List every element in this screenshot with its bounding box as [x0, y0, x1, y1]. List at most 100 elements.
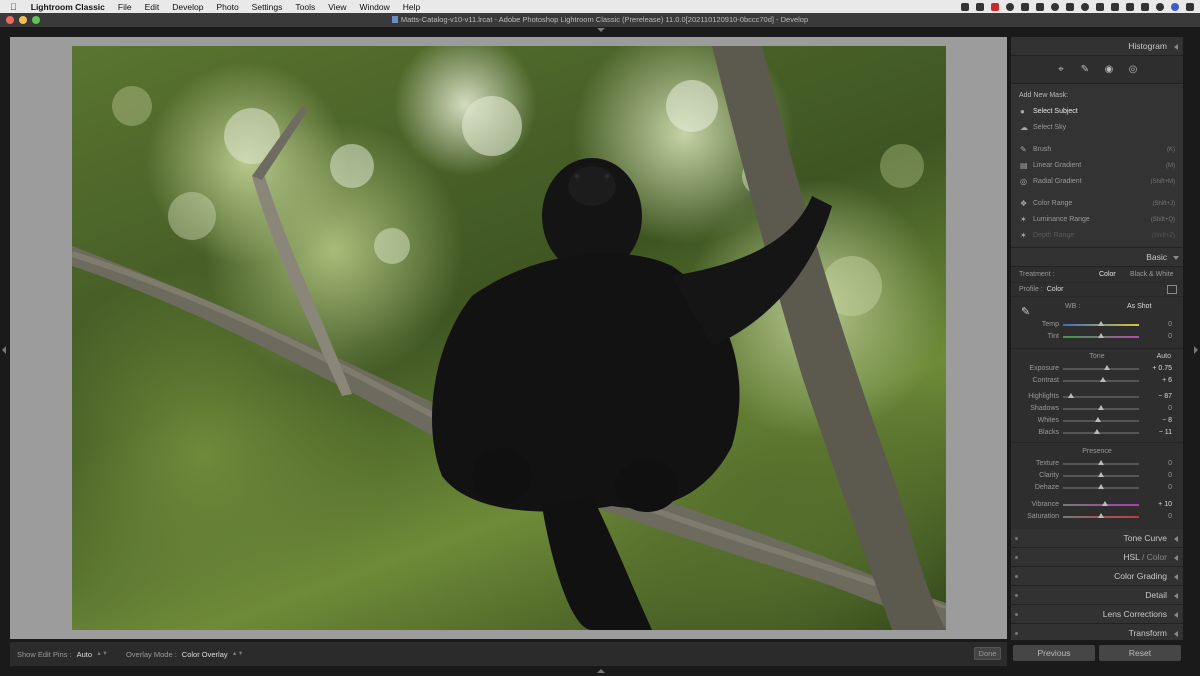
mask-luminance-range[interactable]: ✶ Luminance Range (Shift+Q) [1019, 212, 1177, 228]
slider-track[interactable] [1063, 393, 1139, 398]
slider-blacks[interactable]: Blacks − 11 [1011, 427, 1183, 439]
image-workspace[interactable] [10, 37, 1007, 639]
slider-value[interactable]: 0 [1168, 511, 1172, 523]
slider-track[interactable] [1063, 513, 1139, 518]
filmstrip-toggle-icon[interactable] [597, 669, 605, 673]
menu-view[interactable]: View [328, 2, 346, 12]
menu-edit[interactable]: Edit [145, 2, 160, 12]
overlay-mode-chevron-icon[interactable]: ▲▼ [232, 651, 244, 657]
toggle-dot-icon[interactable] [1015, 613, 1018, 616]
mask-select-sky[interactable]: ☁ Select Sky [1019, 120, 1177, 136]
menu-settings[interactable]: Settings [252, 2, 283, 12]
edit-pins-select[interactable]: Auto [77, 650, 92, 659]
airplay-icon[interactable] [1126, 2, 1134, 11]
mask-color-range[interactable]: ❖ Color Range (Shift+J) [1019, 196, 1177, 212]
slider-highlights[interactable]: Highlights − 87 [1011, 391, 1183, 403]
top-panel-toggle-icon[interactable] [597, 28, 605, 32]
transform-header[interactable]: Transform [1011, 624, 1183, 640]
zoom-window-button[interactable] [32, 16, 40, 24]
slider-track[interactable] [1063, 321, 1139, 326]
expand-arrow-icon[interactable] [1174, 612, 1178, 618]
slider-value[interactable]: 0 [1168, 482, 1172, 494]
menu-icon[interactable] [1186, 2, 1194, 11]
histogram-header[interactable]: Histogram [1011, 37, 1183, 56]
mask-brush[interactable]: ✎ Brush (K) [1019, 142, 1177, 158]
drop-icon[interactable] [1036, 2, 1044, 11]
toggle-dot-icon[interactable] [1015, 575, 1018, 578]
wifi-icon[interactable] [1111, 2, 1119, 11]
slider-value[interactable]: + 10 [1158, 499, 1172, 511]
wb-select[interactable]: As Shot [1127, 303, 1152, 310]
basic-header[interactable]: Basic [1011, 248, 1183, 267]
eyedropper-icon[interactable]: ✎ [1021, 305, 1030, 318]
slider-thumb[interactable] [1098, 405, 1104, 410]
apple-icon[interactable]:  [10, 2, 17, 12]
lens-corrections-header[interactable]: Lens Corrections [1011, 605, 1183, 624]
slider-value[interactable]: 0 [1168, 331, 1172, 343]
menu-file[interactable]: File [118, 2, 132, 12]
mask-radial-gradient[interactable]: ◎ Radial Gradient (Shift+M) [1019, 174, 1177, 190]
slider-thumb[interactable] [1101, 501, 1108, 506]
slider-track[interactable] [1063, 405, 1139, 410]
menu-app-name[interactable]: Lightroom Classic [31, 2, 105, 12]
mask-icon[interactable]: ◎ [1128, 64, 1138, 75]
slider-whites[interactable]: Whites − 8 [1011, 415, 1183, 427]
profile-browser-icon[interactable] [1167, 285, 1177, 294]
slider-value[interactable]: − 8 [1162, 415, 1172, 427]
photo-preview[interactable] [72, 46, 946, 630]
slider-thumb[interactable] [1104, 365, 1111, 370]
detail-header[interactable]: Detail [1011, 586, 1183, 605]
bolt-icon[interactable] [1066, 2, 1074, 11]
left-panel-toggle-icon[interactable] [2, 346, 6, 354]
expand-arrow-icon[interactable] [1174, 593, 1178, 599]
previous-button[interactable]: Previous [1013, 645, 1095, 661]
slider-value[interactable]: 0 [1168, 319, 1172, 331]
search-icon[interactable] [1156, 2, 1164, 11]
siri-icon[interactable] [1171, 2, 1179, 11]
slider-value[interactable]: 0 [1168, 458, 1172, 470]
slider-track[interactable] [1063, 472, 1139, 477]
record-icon[interactable] [991, 2, 999, 11]
expand-arrow-icon[interactable] [1174, 555, 1178, 561]
overlay-mode-select[interactable]: Color Overlay [182, 650, 228, 659]
collapse-arrow-icon[interactable] [1173, 256, 1179, 260]
slider-value[interactable]: + 0.75 [1152, 363, 1172, 375]
slider-saturation[interactable]: Saturation 0 [1011, 511, 1183, 523]
menu-photo[interactable]: Photo [216, 2, 238, 12]
slider-thumb[interactable] [1098, 472, 1104, 477]
slider-dehaze[interactable]: Dehaze 0 [1011, 482, 1183, 494]
collapse-arrow-icon[interactable] [1174, 44, 1178, 50]
control-center-icon[interactable] [1141, 2, 1149, 11]
slider-thumb[interactable] [1067, 393, 1074, 398]
edit-pins-chevron-icon[interactable]: ▲▼ [96, 651, 108, 657]
slider-thumb[interactable] [1100, 377, 1107, 382]
close-window-button[interactable] [6, 16, 14, 24]
slider-thumb[interactable] [1094, 417, 1101, 422]
auto-tone-button[interactable]: Auto [1157, 351, 1171, 363]
minimize-window-button[interactable] [19, 16, 27, 24]
treatment-bw-option[interactable]: Black & White [1130, 267, 1174, 283]
slider-temp[interactable]: Temp 0 [1011, 319, 1183, 331]
expand-arrow-icon[interactable] [1174, 574, 1178, 580]
slider-contrast[interactable]: Contrast + 6 [1011, 375, 1183, 387]
toggle-dot-icon[interactable] [1015, 594, 1018, 597]
menu-tools[interactable]: Tools [295, 2, 315, 12]
slider-track[interactable] [1063, 377, 1139, 382]
expand-arrow-icon[interactable] [1174, 536, 1178, 542]
menu-window[interactable]: Window [360, 2, 390, 12]
gear-icon[interactable] [1051, 2, 1059, 11]
slider-track[interactable] [1063, 429, 1139, 434]
slider-exposure[interactable]: Exposure + 0.75 [1011, 363, 1183, 375]
menu-help[interactable]: Help [403, 2, 420, 12]
mic-icon[interactable] [1021, 2, 1029, 11]
hsl-header[interactable]: HSL / Color [1011, 548, 1183, 567]
slider-value[interactable]: 0 [1168, 470, 1172, 482]
slider-track[interactable] [1063, 417, 1139, 422]
reset-button[interactable]: Reset [1099, 645, 1181, 661]
slider-clarity[interactable]: Clarity 0 [1011, 470, 1183, 482]
tone-curve-header[interactable]: Tone Curve [1011, 529, 1183, 548]
eye-icon[interactable] [1006, 2, 1014, 11]
slider-texture[interactable]: Texture 0 [1011, 458, 1183, 470]
cloud-icon[interactable] [976, 2, 984, 11]
slider-track[interactable] [1063, 460, 1139, 465]
